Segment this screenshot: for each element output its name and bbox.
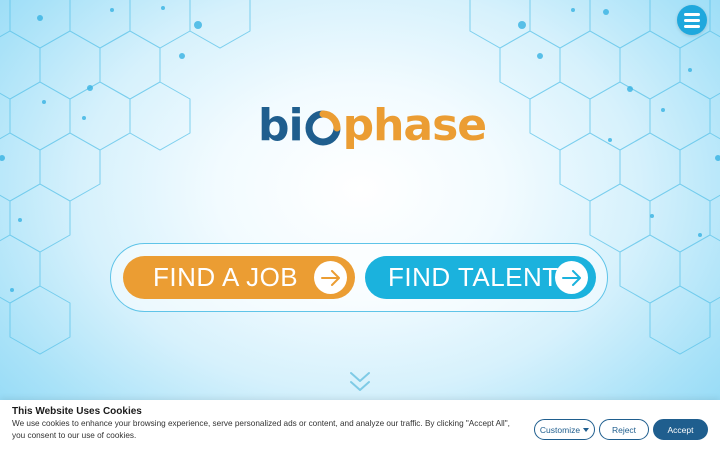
find-talent-button[interactable]: FIND TALENT: [365, 256, 596, 299]
customize-button[interactable]: Customize: [534, 419, 595, 440]
reject-label: Reject: [611, 424, 637, 435]
customize-label: Customize: [539, 424, 581, 435]
accept-label: Accept: [667, 424, 694, 435]
logo-o-mark: [303, 100, 343, 152]
cookie-banner-text: We use cookies to enhance your browsing …: [12, 419, 510, 440]
arrow-right-icon: [555, 261, 588, 294]
menu-button[interactable]: [677, 5, 707, 35]
logo-prefix: bi: [258, 100, 304, 151]
hamburger-icon: [684, 12, 700, 16]
biophase-logo[interactable]: bi phase: [258, 100, 488, 156]
reject-button[interactable]: Reject: [599, 419, 649, 440]
accept-button[interactable]: Accept: [653, 419, 708, 440]
arrow-right-icon: [314, 261, 347, 294]
double-chevron-down-icon[interactable]: [348, 370, 372, 394]
caret-down-icon: [583, 427, 590, 432]
cookie-banner-title: This Website Uses Cookies: [12, 406, 142, 417]
find-a-job-button[interactable]: FIND A JOB: [123, 256, 355, 299]
find-talent-label: FIND TALENT: [388, 262, 559, 292]
find-a-job-label: FIND A JOB: [153, 262, 299, 292]
logo-suffix: phase: [342, 100, 488, 151]
